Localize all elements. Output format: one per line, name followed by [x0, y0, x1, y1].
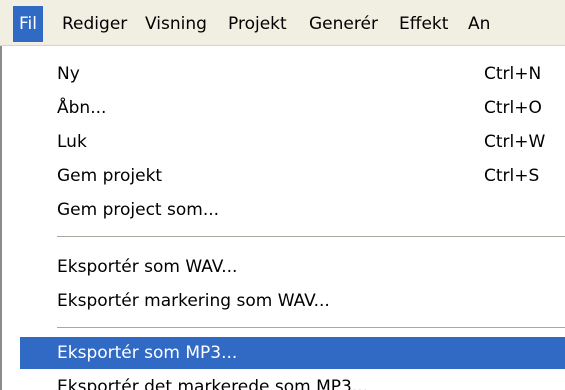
menu-generer[interactable]: Generér: [303, 6, 384, 42]
menu-rediger[interactable]: Rediger: [56, 6, 133, 42]
menu-item-shortcut: Ctrl+S: [484, 166, 540, 186]
menu-item-label: Gem project som...: [57, 200, 220, 220]
menu-analyse[interactable]: An: [462, 6, 496, 42]
menu-item-label: Eksportér det markerede som MP3...: [57, 377, 369, 390]
menu-item-save-project-as[interactable]: Gem project som...: [20, 194, 565, 226]
menu-item-label: Gem projekt: [57, 166, 163, 186]
menu-item-label: Ny: [57, 64, 80, 84]
menu-separator: [57, 327, 565, 329]
menu-item-label: Eksportér som MP3...: [57, 343, 238, 363]
menu-item-shortcut: Ctrl+N: [484, 64, 542, 84]
menu-item-export-wav[interactable]: Eksportér som WAV...: [20, 251, 565, 283]
file-menu-dropdown: Ny Ctrl+N Åbn... Ctrl+O Luk Ctrl+W Gem p…: [0, 46, 565, 390]
menu-item-export-selection-mp3[interactable]: Eksportér det markerede som MP3...: [20, 371, 565, 390]
menu-item-close[interactable]: Luk Ctrl+W: [20, 126, 565, 158]
menu-visning[interactable]: Visning: [139, 6, 213, 42]
menu-item-label: Eksportér som WAV...: [57, 257, 238, 277]
menu-item-shortcut: Ctrl+O: [484, 98, 542, 118]
menu-fil[interactable]: Fil: [13, 6, 43, 42]
menu-item-save-project[interactable]: Gem projekt Ctrl+S: [20, 160, 565, 192]
menu-item-label: Luk: [57, 132, 87, 152]
menu-bar: Fil Rediger Visning Projekt Generér Effe…: [0, 0, 565, 46]
menu-item-new[interactable]: Ny Ctrl+N: [20, 58, 565, 90]
menu-item-export-selection-wav[interactable]: Eksportér markering som WAV...: [20, 285, 565, 317]
menu-item-shortcut: Ctrl+W: [484, 132, 546, 152]
menu-item-export-mp3[interactable]: Eksportér som MP3...: [20, 337, 565, 369]
menu-effekt[interactable]: Effekt: [393, 6, 454, 42]
menu-projekt[interactable]: Projekt: [222, 6, 293, 42]
menu-item-label: Åbn...: [57, 98, 107, 118]
menu-item-open[interactable]: Åbn... Ctrl+O: [20, 92, 565, 124]
menu-separator: [57, 236, 565, 238]
menu-item-label: Eksportér markering som WAV...: [57, 291, 330, 311]
